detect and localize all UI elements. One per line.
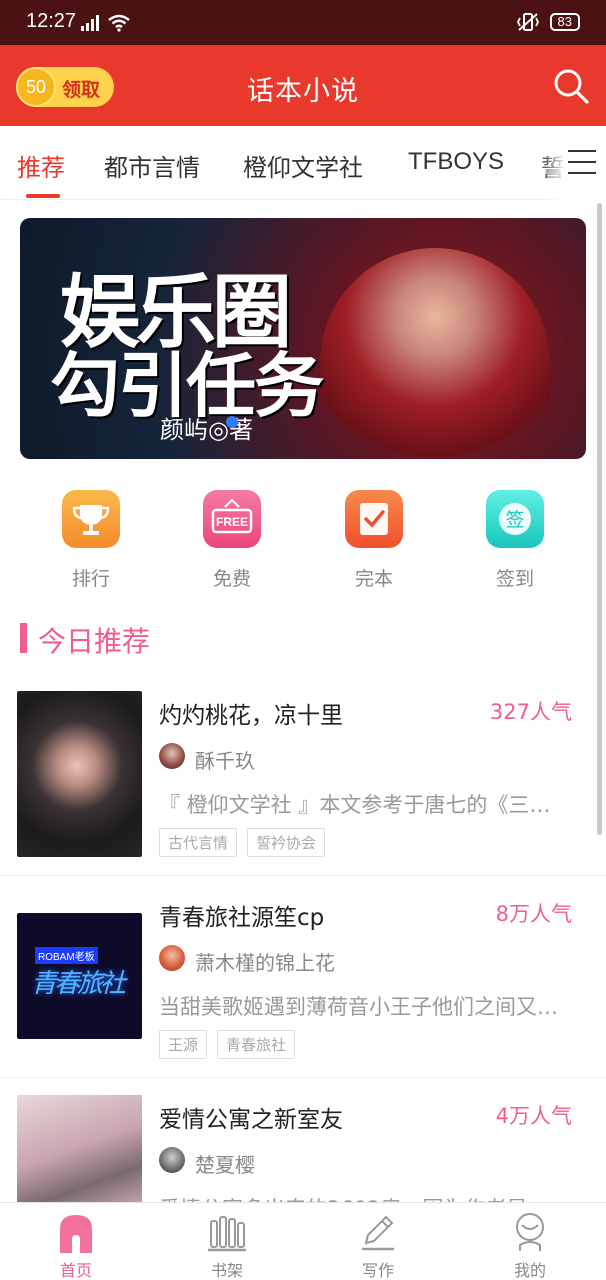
quick-nav-free[interactable]: FREE 免费: [187, 490, 277, 591]
quick-nav-sign-in[interactable]: 签 签到: [470, 490, 560, 591]
nav-label: 写作: [361, 1261, 394, 1280]
book-cover[interactable]: ROBAM老板 青春旅社: [17, 913, 142, 1039]
book-tags: 古代言情 誓衿协会: [159, 828, 326, 857]
status-icons: [80, 14, 130, 32]
book-tag[interactable]: 古代言情: [159, 828, 238, 857]
tab-urban-romance[interactable]: 都市言情: [104, 148, 200, 183]
quick-nav-label: 完本: [354, 568, 393, 590]
wifi-icon: [108, 14, 130, 32]
pen-icon: [358, 1211, 398, 1253]
nav-write[interactable]: 写作: [328, 1211, 428, 1280]
svg-text:签: 签: [505, 509, 524, 531]
signal-icon: [81, 15, 99, 31]
nav-bookshelf[interactable]: 书架: [177, 1211, 277, 1280]
quick-nav: 排行 FREE 免费 完本 签 签到: [0, 490, 606, 600]
svg-text:FREE: FREE: [216, 515, 248, 529]
search-button[interactable]: [552, 67, 590, 105]
cover-badge: ROBAM老板: [35, 947, 98, 964]
book-description: 当甜美歌姬遇到薄荷音小王子他们之间又…: [159, 995, 558, 1019]
author-avatar: [159, 1147, 185, 1173]
sign-in-icon: 签: [486, 490, 544, 548]
cover-text: 青春旅社: [31, 969, 126, 999]
carousel-indicator-dot[interactable]: [226, 416, 238, 428]
tab-tfboys[interactable]: TFBOYS: [408, 148, 504, 176]
nav-label: 首页: [59, 1261, 92, 1280]
tab-menu-button[interactable]: [568, 150, 596, 176]
book-item[interactable]: 爱情公寓之新室友 4万人气 楚夏樱 爱情公寓多出来的3602房，因为作者是…: [0, 1095, 606, 1202]
quick-nav-label: 免费: [212, 568, 251, 590]
quick-nav-label: 排行: [71, 568, 110, 590]
status-time: 12:27: [26, 10, 77, 32]
app-title: 话本小说: [247, 76, 359, 107]
home-icon: [56, 1211, 96, 1253]
banner-carousel[interactable]: 娱乐圈 勾引任务 颜屿◎著: [20, 218, 586, 459]
book-description: 爱情公寓多出来的3602房，因为作者是…: [159, 1193, 579, 1202]
banner-image: [320, 248, 550, 459]
nav-home[interactable]: 首页: [26, 1211, 126, 1280]
app-header: 50 领取 话本小说: [0, 45, 606, 126]
quick-nav-label: 签到: [495, 568, 534, 590]
nav-label: 我的: [513, 1261, 546, 1280]
section-accent-bar: [20, 623, 27, 653]
book-popularity: 8万人气: [495, 902, 572, 926]
book-description: 『 橙仰文学社 』本文参考于唐七的《三…: [159, 793, 551, 817]
check-book-icon: [345, 490, 403, 548]
quick-nav-completed[interactable]: 完本: [329, 490, 419, 591]
book-tag[interactable]: 誓衿协会: [247, 828, 326, 857]
book-title[interactable]: 爱情公寓之新室友: [159, 1100, 343, 1134]
search-icon: [554, 69, 589, 104]
bottom-nav: 首页 书架 写作 我的: [0, 1202, 606, 1280]
book-tag[interactable]: 王源: [159, 1030, 208, 1059]
free-tag-icon: FREE: [203, 490, 261, 548]
author-avatar: [159, 945, 185, 971]
book-title[interactable]: 青春旅社源笙cp: [159, 898, 324, 932]
trophy-icon: [62, 490, 120, 548]
book-author[interactable]: 酥千玖: [195, 745, 255, 774]
book-tags: 王源 青春旅社: [159, 1030, 296, 1059]
book-author[interactable]: 楚夏樱: [195, 1149, 255, 1178]
book-item[interactable]: 灼灼桃花，凉十里 327人气 酥千玖 『 橙仰文学社 』本文参考于唐七的《三… …: [0, 691, 606, 875]
banner-author: 颜屿◎著: [160, 416, 253, 444]
book-cover[interactable]: [17, 1095, 142, 1202]
status-right: 83: [516, 12, 580, 32]
divider: [0, 1077, 606, 1078]
nav-profile[interactable]: 我的: [480, 1211, 580, 1280]
vibrate-icon: [516, 13, 539, 31]
book-item[interactable]: ROBAM老板 青春旅社 青春旅社源笙cp 8万人气 萧木槿的锦上花 当甜美歌姬…: [0, 893, 606, 1077]
active-tab-indicator: [26, 194, 60, 198]
nav-label: 书架: [210, 1261, 243, 1280]
book-title[interactable]: 灼灼桃花，凉十里: [159, 696, 343, 730]
section-title: 今日推荐: [38, 625, 151, 658]
battery-indicator: 83: [549, 13, 580, 31]
book-cover[interactable]: [17, 691, 142, 857]
book-author[interactable]: 萧木槿的锦上花: [195, 947, 335, 976]
status-bar: 12:27 83: [0, 0, 606, 45]
quick-nav-ranking[interactable]: 排行: [46, 490, 136, 591]
book-tag[interactable]: 青春旅社: [217, 1030, 296, 1059]
book-popularity: 4万人气: [495, 1104, 572, 1128]
bookshelf-icon: [207, 1211, 247, 1253]
profile-icon: [510, 1211, 550, 1253]
tab-chengyang-literature[interactable]: 橙仰文学社: [243, 148, 363, 183]
tab-recommend[interactable]: 推荐: [17, 148, 65, 183]
author-avatar: [159, 743, 185, 769]
category-tabs: 推荐 都市言情 橙仰文学社 TFBOYS 誓: [0, 126, 606, 200]
divider: [0, 875, 606, 876]
book-popularity: 327人气: [489, 700, 572, 724]
